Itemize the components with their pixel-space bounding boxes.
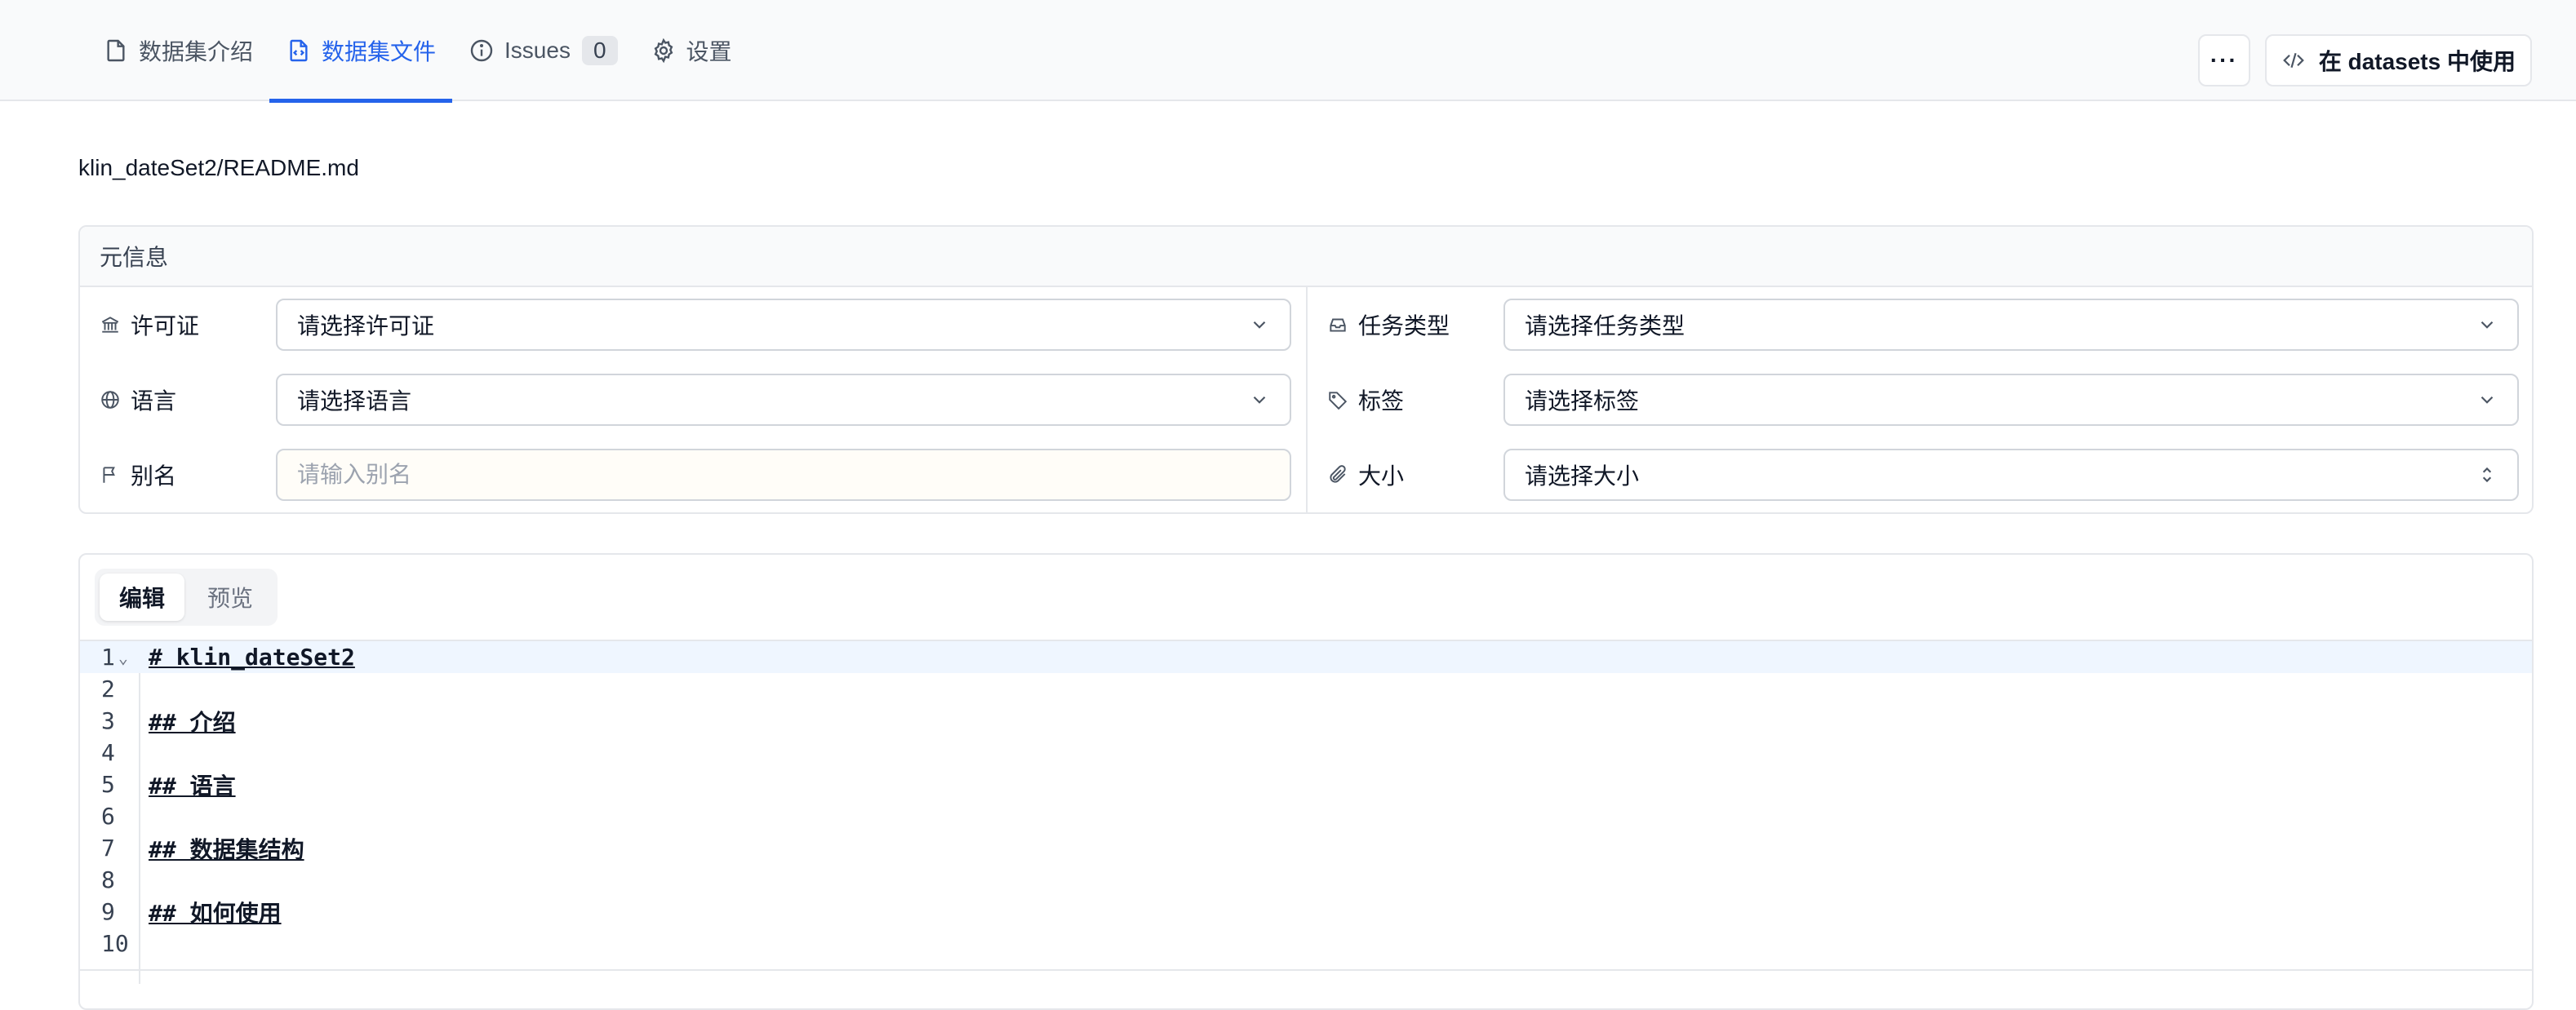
meta-info-title: 元信息 [80, 227, 2532, 287]
line-number: 8 [101, 866, 115, 893]
info-circle-icon [469, 38, 495, 64]
code-line[interactable]: 1 ⌄ # klin_dateSet2 [80, 641, 2532, 673]
code-line[interactable]: 10 [80, 928, 2532, 959]
language-select-value: 请选择语言 [297, 388, 412, 414]
code-line[interactable]: 6 [80, 800, 2532, 832]
line-number: 3 [101, 707, 115, 734]
use-in-datasets-button[interactable]: 在 datasets 中使用 [2264, 34, 2532, 86]
tab-dataset-intro[interactable]: 数据集介绍 [87, 0, 269, 101]
readme-editor-card: 编辑 预览 1 ⌄ # klin_dateSet2 2 3 ## 介绍 4 5 … [78, 553, 2534, 1010]
language-field: 语言 请选择语言 [80, 362, 1308, 437]
size-field: 大小 请选择大小 [1308, 437, 2532, 512]
tags-field: 标签 请选择标签 [1308, 362, 2532, 437]
code-line[interactable]: 3 ## 介绍 [80, 705, 2532, 737]
edit-mode-button[interactable]: 编辑 [100, 574, 185, 621]
license-select[interactable]: 请选择许可证 [276, 299, 1291, 351]
line-number: 2 [101, 676, 115, 702]
license-field: 许可证 请选择许可证 [80, 287, 1308, 362]
alias-input[interactable] [276, 449, 1291, 501]
task-type-select-value: 请选择任务类型 [1525, 313, 1686, 339]
gear-icon [651, 38, 677, 64]
task-type-field: 任务类型 请选择任务类型 [1308, 287, 2532, 362]
code-line-text: ## 介绍 [149, 708, 236, 736]
editor-mode-switch: 编辑 预览 [95, 569, 278, 626]
fold-chevron-icon[interactable]: ⌄ [118, 648, 128, 667]
license-label: 许可证 [131, 313, 200, 339]
tab-label: Issues [504, 38, 571, 63]
task-type-select[interactable]: 请选择任务类型 [1503, 299, 2519, 351]
preview-mode-button[interactable]: 预览 [188, 574, 273, 621]
line-number: 5 [101, 771, 115, 798]
more-button[interactable]: ··· [2197, 34, 2250, 86]
tab-label: 设置 [686, 39, 732, 64]
chevron-down-icon [1249, 314, 1270, 335]
tags-select-value: 请选择标签 [1525, 388, 1640, 414]
top-actions: ··· 在 datasets 中使用 [2197, 34, 2532, 86]
code-line-text: ## 语言 [149, 772, 236, 800]
line-number: 1 [101, 644, 115, 671]
line-number: 4 [101, 739, 115, 766]
editor-divider [80, 969, 2532, 971]
alias-field: 别名 [80, 437, 1308, 512]
code-line[interactable]: 8 [80, 864, 2532, 896]
code-editor[interactable]: 1 ⌄ # klin_dateSet2 2 3 ## 介绍 4 5 ## 语言 … [80, 641, 2532, 984]
use-in-datasets-label: 在 datasets 中使用 [2318, 49, 2516, 74]
code-line-text: ## 数据集结构 [149, 835, 304, 863]
file-path: klin_dateSet2/README.md [78, 155, 359, 180]
file-icon [103, 38, 129, 64]
tab-issues[interactable]: Issues 0 [452, 0, 634, 101]
meta-info-card: 元信息 许可证 请选择许可证 任务类型 请选择任务类型 语言 请选择语言 标签 … [78, 225, 2534, 514]
chevron-up-down-icon [2476, 464, 2498, 485]
tag-icon [1327, 389, 1348, 410]
code-line-text: ## 如何使用 [149, 899, 282, 927]
size-select[interactable]: 请选择大小 [1503, 449, 2519, 501]
chevron-down-icon [2476, 314, 2498, 335]
file-code-icon [286, 38, 312, 64]
code-line[interactable]: 5 ## 语言 [80, 769, 2532, 800]
top-tab-bar: 数据集介绍 数据集文件 Issues 0 设置 ··· 在 datasets 中… [0, 0, 2576, 103]
code-line-text: # klin_dateSet2 [149, 644, 355, 671]
tab-label: 数据集介绍 [139, 39, 254, 64]
chevron-down-icon [2476, 389, 2498, 410]
chevron-down-icon [1249, 389, 1270, 410]
tags-label: 标签 [1358, 388, 1405, 414]
alias-label: 别名 [131, 463, 177, 489]
code-line[interactable]: 7 ## 数据集结构 [80, 832, 2532, 864]
task-type-label: 任务类型 [1358, 313, 1450, 339]
language-label: 语言 [131, 388, 177, 414]
globe-icon [100, 389, 121, 410]
size-select-value: 请选择大小 [1525, 463, 1640, 489]
line-number: 10 [101, 930, 129, 957]
more-label: ··· [2210, 47, 2238, 73]
language-select[interactable]: 请选择语言 [276, 374, 1291, 426]
tags-select[interactable]: 请选择标签 [1503, 374, 2519, 426]
tab-list: 数据集介绍 数据集文件 Issues 0 设置 [87, 0, 748, 103]
license-select-value: 请选择许可证 [297, 313, 435, 339]
code-line[interactable]: 9 ## 如何使用 [80, 896, 2532, 928]
tab-dataset-files[interactable]: 数据集文件 [269, 0, 453, 103]
paperclip-icon [1327, 464, 1348, 485]
line-number: 6 [101, 803, 115, 830]
size-label: 大小 [1358, 463, 1405, 489]
code-line[interactable]: 4 [80, 737, 2532, 769]
meta-grid: 许可证 请选择许可证 任务类型 请选择任务类型 语言 请选择语言 标签 请选择标… [80, 287, 2532, 512]
code-line[interactable]: 2 [80, 673, 2532, 705]
tab-label: 数据集文件 [322, 39, 437, 64]
line-number: 9 [101, 898, 115, 925]
line-number: 7 [101, 835, 115, 862]
code-icon [2281, 48, 2306, 73]
bank-icon [100, 314, 121, 335]
inbox-icon [1327, 314, 1348, 335]
issues-count-badge: 0 [581, 36, 618, 65]
flag-icon [100, 464, 121, 485]
tab-settings[interactable]: 设置 [634, 0, 748, 101]
